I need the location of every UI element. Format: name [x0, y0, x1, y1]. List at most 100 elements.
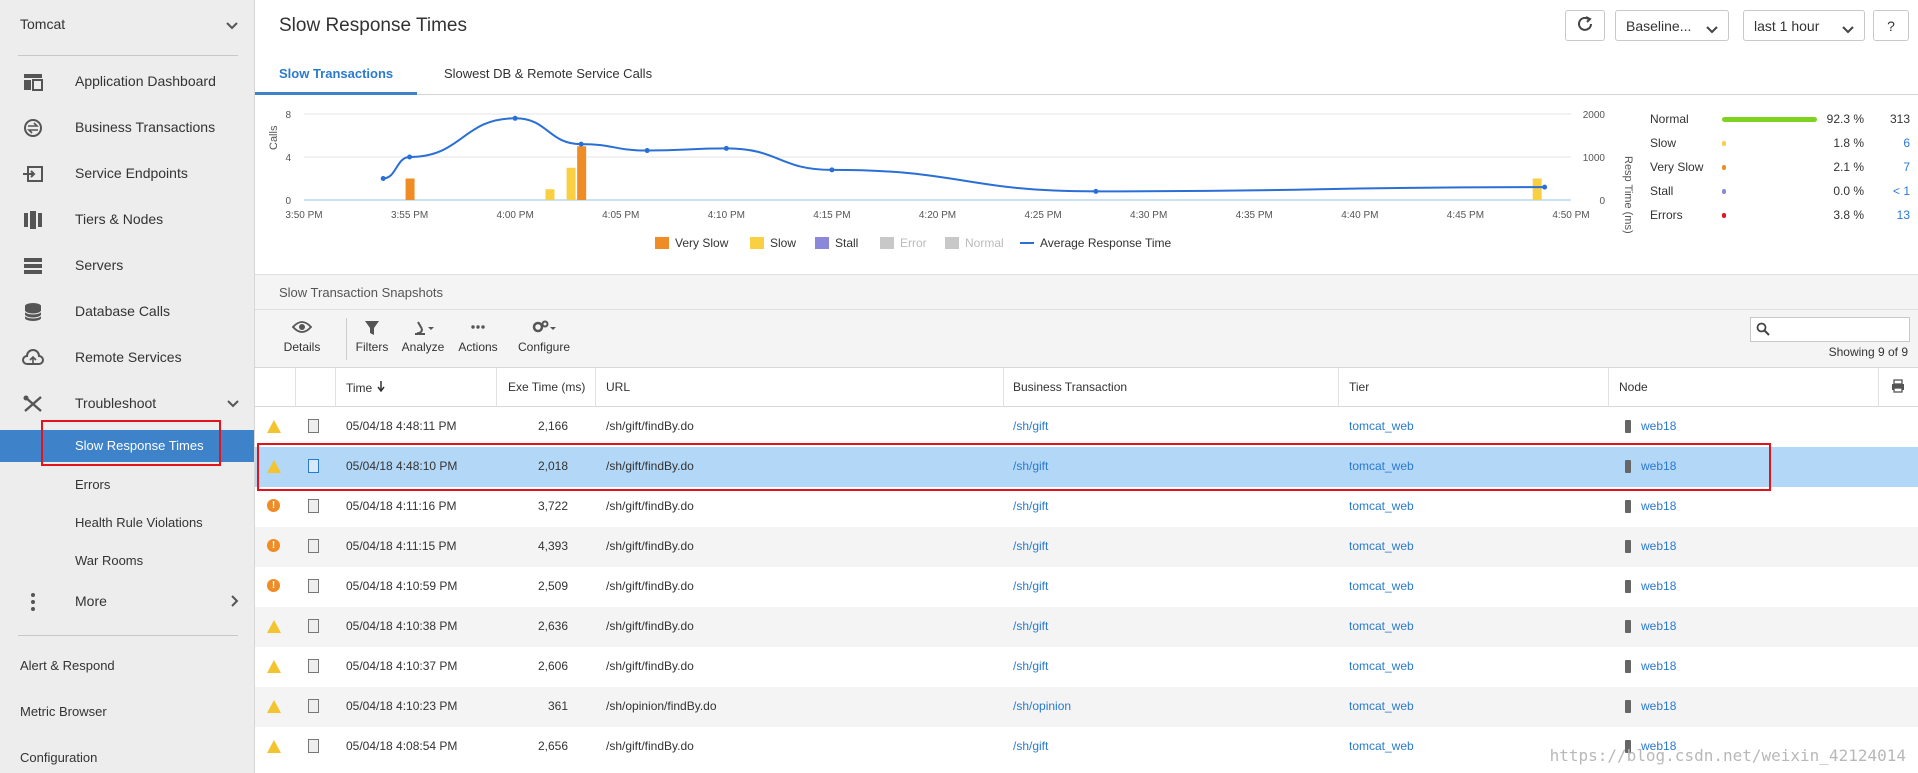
tab-slow-transactions[interactable]: Slow Transactions: [279, 66, 393, 81]
cell-exe-time: 2,656: [537, 739, 568, 753]
nav-servers[interactable]: Servers: [0, 248, 254, 284]
snapshot-search-input[interactable]: [1750, 317, 1910, 342]
column-business-transaction[interactable]: Business Transaction: [1013, 380, 1127, 394]
cell-tier[interactable]: tomcat_web: [1349, 579, 1414, 593]
stat-count-link[interactable]: 6: [1903, 136, 1910, 150]
sub-war-rooms[interactable]: War Rooms: [0, 545, 254, 577]
table-row[interactable]: ! 05/04/18 4:11:16 PM 3,722/sh/gift/findBy…: [255, 487, 1918, 527]
stat-count-link[interactable]: 13: [1897, 208, 1910, 222]
cell-tier[interactable]: tomcat_web: [1349, 699, 1414, 713]
nav-database-calls[interactable]: Database Calls: [0, 294, 254, 330]
app-selector[interactable]: Tomcat: [20, 16, 245, 40]
document-icon[interactable]: [308, 619, 319, 633]
cell-node[interactable]: web18: [1641, 539, 1676, 553]
document-icon[interactable]: [308, 499, 319, 513]
table-row[interactable]: ! 05/04/18 4:11:15 PM 4,393/sh/gift/findBy…: [255, 527, 1918, 567]
document-icon[interactable]: [308, 699, 319, 713]
transactions-icon: [22, 118, 44, 138]
cell-business-transaction[interactable]: /sh/gift: [1013, 419, 1048, 433]
document-icon[interactable]: [308, 659, 319, 673]
column-exe-time[interactable]: Exe Time (ms): [508, 380, 585, 394]
print-icon[interactable]: [1891, 379, 1905, 396]
chart-svg[interactable]: Calls Resp Time (ms) 8 4 0 2000 1000 0 3:50 PM…: [255, 96, 1650, 274]
table-row[interactable]: 05/04/18 4:48:11 PM 2,166/sh/gift/findBy.…: [255, 407, 1918, 447]
sub-health-rule-violations[interactable]: Health Rule Violations: [0, 507, 254, 539]
column-separator: [496, 368, 497, 407]
cell-business-transaction[interactable]: /sh/gift: [1013, 579, 1048, 593]
analyze-button[interactable]: Analyze: [393, 320, 453, 364]
cell-node[interactable]: web18: [1641, 619, 1676, 633]
cell-tier[interactable]: tomcat_web: [1349, 499, 1414, 513]
stat-bar: [1722, 165, 1726, 170]
sub-label: Errors: [75, 477, 111, 492]
document-icon[interactable]: [308, 419, 319, 433]
cell-tier[interactable]: tomcat_web: [1349, 619, 1414, 633]
nav-remote-services[interactable]: Remote Services: [0, 340, 254, 376]
cell-tier[interactable]: tomcat_web: [1349, 659, 1414, 673]
help-label: ?: [1887, 17, 1895, 34]
nav-service-endpoints[interactable]: Service Endpoints: [0, 156, 254, 192]
nav-troubleshoot[interactable]: Troubleshoot: [0, 386, 254, 422]
cell-business-transaction[interactable]: /sh/gift: [1013, 539, 1048, 553]
nav-application-dashboard[interactable]: Application Dashboard: [0, 64, 254, 100]
cell-tier[interactable]: tomcat_web: [1349, 739, 1414, 753]
nav-alert-respond[interactable]: Alert & Respond: [20, 658, 115, 673]
tab-slowest-db-remote[interactable]: Slowest DB & Remote Service Calls: [444, 66, 652, 81]
cell-node[interactable]: web18: [1641, 419, 1676, 433]
stat-row-errors: Errors 3.8 % 13: [1650, 208, 1910, 224]
nav-label: Database Calls: [75, 303, 170, 319]
baseline-dropdown[interactable]: Baseline...: [1615, 10, 1729, 41]
cell-business-transaction[interactable]: /sh/gift: [1013, 659, 1048, 673]
active-tab-indicator: [255, 92, 417, 95]
column-node[interactable]: Node: [1619, 380, 1648, 394]
chevron-down-icon: [1842, 21, 1854, 37]
time-range-label: last 1 hour: [1754, 17, 1820, 34]
nav-metric-browser[interactable]: Metric Browser: [20, 704, 107, 719]
column-time[interactable]: Time: [346, 380, 386, 395]
table-row[interactable]: ! 05/04/18 4:10:59 PM 2,509/sh/gift/findBy…: [255, 567, 1918, 607]
column-url[interactable]: URL: [606, 380, 630, 394]
column-separator: [1878, 368, 1879, 407]
chevron-down-icon: [226, 396, 240, 412]
document-icon[interactable]: [308, 739, 319, 753]
table-row[interactable]: 05/04/18 4:10:37 PM 2,606/sh/gift/findBy.…: [255, 647, 1918, 687]
response-time-point: [829, 167, 835, 173]
configure-button[interactable]: Configure: [507, 320, 581, 364]
cell-node[interactable]: web18: [1641, 659, 1676, 673]
stat-count-link[interactable]: < 1: [1893, 184, 1910, 198]
document-icon[interactable]: [308, 579, 319, 593]
cell-node[interactable]: web18: [1641, 699, 1676, 713]
stat-count-link[interactable]: 7: [1903, 160, 1910, 174]
node-icon: [1625, 500, 1631, 513]
cell-business-transaction[interactable]: /sh/gift: [1013, 619, 1048, 633]
help-button[interactable]: ?: [1873, 10, 1909, 41]
x-tick-label: 3:50 PM: [285, 210, 322, 221]
table-row[interactable]: 05/04/18 4:10:23 PM 361/sh/opinion/findBy…: [255, 687, 1918, 727]
cell-exe-time: 2,606: [537, 659, 568, 673]
table-row[interactable]: 05/04/18 4:10:38 PM 2,636/sh/gift/findBy.…: [255, 607, 1918, 647]
actions-button[interactable]: Actions: [448, 320, 508, 364]
x-tick-label: 4:10 PM: [708, 210, 745, 221]
cell-node[interactable]: web18: [1641, 579, 1676, 593]
time-range-dropdown[interactable]: last 1 hour: [1743, 10, 1865, 41]
cell-time: 05/04/18 4:10:37 PM: [346, 659, 458, 673]
column-tier[interactable]: Tier: [1349, 380, 1369, 394]
sub-errors[interactable]: Errors: [0, 469, 254, 501]
cell-business-transaction[interactable]: /sh/gift: [1013, 739, 1048, 753]
cell-business-transaction[interactable]: /sh/gift: [1013, 499, 1048, 513]
node-icon: [1625, 660, 1631, 673]
refresh-button[interactable]: [1565, 10, 1605, 41]
y-right-tick-label: 1000: [1583, 153, 1606, 164]
document-icon[interactable]: [308, 539, 319, 553]
cell-tier[interactable]: tomcat_web: [1349, 539, 1414, 553]
critical-icon: !: [267, 579, 280, 592]
x-tick-label: 4:15 PM: [813, 210, 850, 221]
nav-more[interactable]: More: [0, 584, 254, 620]
cell-business-transaction[interactable]: /sh/opinion: [1013, 699, 1071, 713]
nav-tiers-nodes[interactable]: Tiers & Nodes: [0, 202, 254, 238]
cell-node[interactable]: web18: [1641, 499, 1676, 513]
nav-business-transactions[interactable]: Business Transactions: [0, 110, 254, 146]
details-button[interactable]: Details: [272, 320, 332, 364]
nav-configuration[interactable]: Configuration: [20, 750, 97, 765]
cell-tier[interactable]: tomcat_web: [1349, 419, 1414, 433]
